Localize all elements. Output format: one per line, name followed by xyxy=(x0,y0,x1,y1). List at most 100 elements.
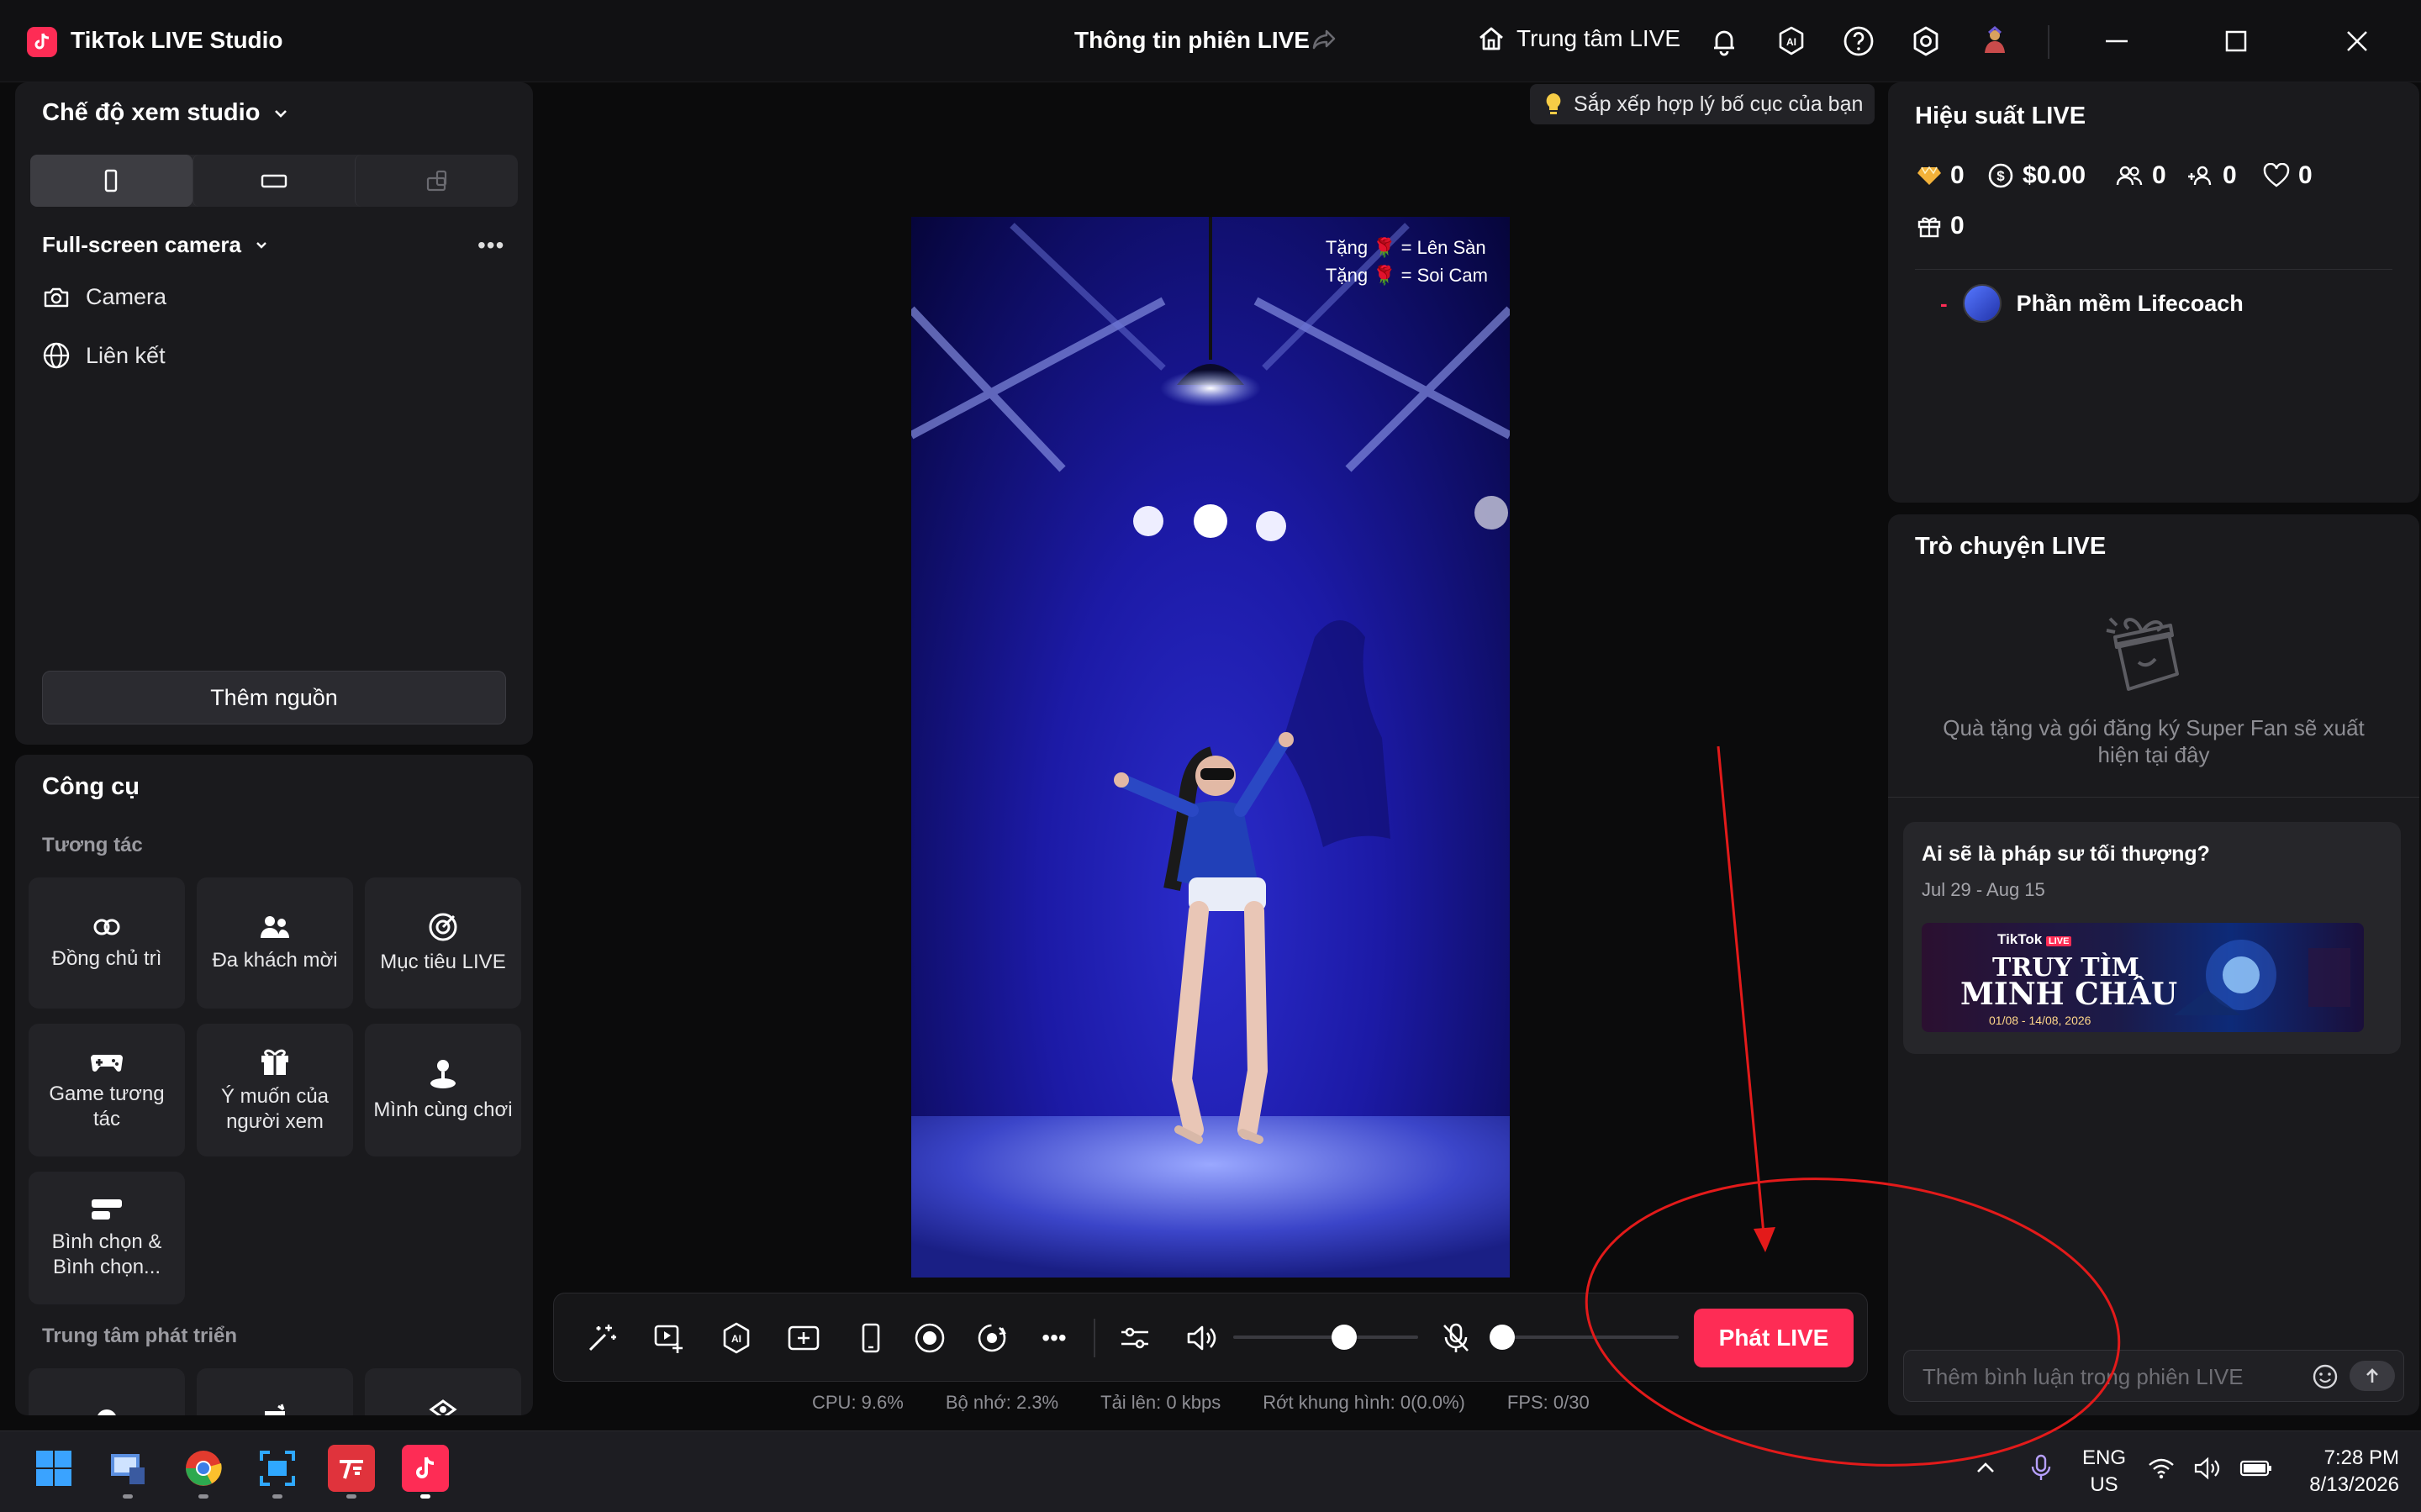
gift-rules-overlay: Tặng 🌹 = Lên Sàn Tặng 🌹 = Soi Cam xyxy=(1326,234,1488,289)
audio-settings-icon[interactable] xyxy=(1114,1317,1156,1359)
lang-line: ENG xyxy=(2081,1446,2126,1469)
source-item-camera[interactable]: Camera xyxy=(42,284,166,310)
streaming-app-icon[interactable] xyxy=(328,1445,375,1499)
tool-viewer-wish[interactable]: Ý muốn của người xem xyxy=(197,1024,353,1156)
volume-icon xyxy=(2194,1457,2220,1480)
share-icon[interactable] xyxy=(1310,25,1338,58)
play-together-icon xyxy=(430,1060,456,1088)
annotation-arrow xyxy=(1717,745,1765,1235)
mic-muted-icon[interactable] xyxy=(1435,1317,1477,1359)
event-banner-image[interactable]: TikTok LIVE TRUY TÌM MINH CHÂU 01/08 - 1… xyxy=(1922,923,2364,1032)
earnings-metric: $ $0.00 xyxy=(1987,161,2086,190)
lang-line: US xyxy=(2090,1473,2118,1496)
tool-live-goal[interactable]: Mục tiêu LIVE xyxy=(365,877,521,1009)
maximize-icon[interactable] xyxy=(2211,18,2261,64)
tool-growth-3[interactable] xyxy=(365,1368,521,1415)
dual-screen-icon xyxy=(426,170,446,192)
more-options-icon[interactable]: ••• xyxy=(477,232,504,259)
dual-layout-button[interactable] xyxy=(355,155,518,207)
speaker-icon[interactable] xyxy=(1181,1317,1223,1359)
running-indicator xyxy=(346,1494,356,1499)
tool-label: Game tương tác xyxy=(49,1083,165,1130)
tool-poll[interactable]: Bình chọn & Bình chọn... xyxy=(29,1172,185,1304)
tool-growth-2[interactable] xyxy=(197,1368,353,1415)
replay-icon[interactable] xyxy=(971,1317,1013,1359)
tool-growth-1[interactable] xyxy=(29,1368,185,1415)
go-live-button[interactable]: Phát LIVE xyxy=(1694,1309,1854,1367)
source-item-link[interactable]: Liên kết xyxy=(42,341,166,370)
ai-assistant-icon[interactable]: AI xyxy=(1772,22,1811,61)
remote-desktop-icon[interactable] xyxy=(104,1445,151,1499)
annotation-arrowhead xyxy=(1754,1227,1775,1252)
add-source-button[interactable]: Thêm nguồn xyxy=(42,671,506,724)
tool-label: Mục tiêu LIVE xyxy=(380,951,506,973)
windows-start-icon[interactable] xyxy=(30,1445,77,1492)
settings-gear-icon[interactable] xyxy=(1907,22,1945,61)
gift-box-empty-icon xyxy=(2090,602,2207,707)
session-info-title[interactable]: Thông tin phiên LIVE xyxy=(1074,27,1310,54)
tool-interactive-game[interactable]: Game tương tác xyxy=(29,1024,185,1156)
microphone-icon[interactable] xyxy=(2018,1445,2065,1492)
media-playlist-icon[interactable] xyxy=(648,1317,690,1359)
tool-label: Ý muốn của người xem xyxy=(220,1085,330,1133)
tool-multi-guest[interactable]: Đa khách mời xyxy=(197,877,353,1009)
promo-dates: Jul 29 - Aug 15 xyxy=(1922,879,2045,900)
orientation-selector xyxy=(30,155,518,207)
tool-play-together[interactable]: Mình cùng chơi xyxy=(365,1024,521,1156)
growth-tool-icon xyxy=(429,1399,457,1415)
guest-name: Phần mềm Lifecoach xyxy=(2016,290,2244,316)
portrait-mode-button[interactable] xyxy=(30,155,193,207)
memory-stat: Bộ nhớ: 2.3% xyxy=(945,1392,1059,1413)
screen-tool-icon[interactable] xyxy=(254,1445,301,1499)
tiktok-live-studio-taskbar-icon[interactable] xyxy=(402,1445,449,1499)
scene-selector[interactable]: Full-screen camera xyxy=(42,232,270,258)
tool-co-host[interactable]: Đồng chủ trì xyxy=(29,877,185,1009)
live-preview[interactable]: Tặng 🌹 = Lên Sàn Tặng 🌹 = Soi Cam xyxy=(911,217,1510,1278)
volume-slider-knob[interactable] xyxy=(1332,1325,1357,1350)
event-promo-card[interactable]: Ai sẽ là pháp sư tối thượng? Jul 29 - Au… xyxy=(1903,822,2401,1054)
home-icon xyxy=(1480,27,1503,50)
help-icon[interactable] xyxy=(1839,22,1878,61)
more-tools-icon[interactable]: ••• xyxy=(1033,1317,1075,1359)
bell-icon[interactable] xyxy=(1705,22,1743,61)
clock[interactable]: 7:28 PM 8/13/2026 xyxy=(2281,1445,2399,1499)
performance-title: Hiệu suất LIVE xyxy=(1915,103,2086,129)
ai-effects-icon[interactable]: AI xyxy=(715,1317,757,1359)
comment-input[interactable]: Thêm bình luận trong phiên LIVE xyxy=(1903,1350,2404,1402)
globe-icon xyxy=(43,342,70,369)
minimize-icon[interactable] xyxy=(2091,18,2142,64)
wifi-icon xyxy=(2149,1458,2174,1479)
studio-mode-dropdown[interactable]: Chế độ xem studio xyxy=(42,99,290,127)
running-indicator xyxy=(198,1494,208,1499)
divider xyxy=(1915,269,2392,270)
volume-slider[interactable] xyxy=(1233,1336,1418,1339)
guest-dash: - xyxy=(1940,290,1948,316)
profile-avatar-icon[interactable] xyxy=(1975,22,2014,61)
screen-capture-icon[interactable] xyxy=(783,1317,825,1359)
chevron-down-icon xyxy=(256,241,266,249)
tool-label: Đồng chủ trì xyxy=(51,947,162,970)
overlay-line: Tặng 🌹 = Lên Sàn xyxy=(1325,237,1486,258)
layout-tip[interactable]: Sắp xếp hợp lý bố cục của bạn xyxy=(1530,84,1875,124)
section-growth-label: Trung tâm phát triển xyxy=(42,1325,238,1347)
landscape-mode-button[interactable] xyxy=(192,155,356,207)
camera-icon xyxy=(44,287,69,307)
title-bar: TikTok LIVE Studio Thông tin phiên LIVE … xyxy=(0,0,2421,82)
live-performance-panel: Hiệu suất LIVE 0 $ $0.00 0 0 0 0 - Phần … xyxy=(1888,82,2419,503)
system-tray-status[interactable] xyxy=(2147,1445,2273,1492)
emoji-icon[interactable] xyxy=(2311,1362,2339,1395)
input-language-indicator[interactable]: ENG US xyxy=(2076,1445,2132,1499)
magic-wand-icon[interactable] xyxy=(581,1317,623,1359)
chrome-icon[interactable] xyxy=(180,1445,227,1499)
mic-slider-knob[interactable] xyxy=(1490,1325,1515,1350)
record-icon[interactable] xyxy=(909,1317,951,1359)
poll-icon xyxy=(92,1199,122,1220)
source-label: Liên kết xyxy=(86,342,166,368)
mic-slider[interactable] xyxy=(1502,1336,1679,1339)
send-button[interactable] xyxy=(2350,1361,2395,1391)
guest-row[interactable]: - Phần mềm Lifecoach xyxy=(1940,284,2244,323)
live-center-link[interactable]: Trung tâm LIVE xyxy=(1476,24,1680,54)
close-icon[interactable] xyxy=(2332,18,2382,64)
chevron-up-icon[interactable] xyxy=(1962,1445,2009,1492)
phone-mirror-icon[interactable] xyxy=(850,1317,892,1359)
